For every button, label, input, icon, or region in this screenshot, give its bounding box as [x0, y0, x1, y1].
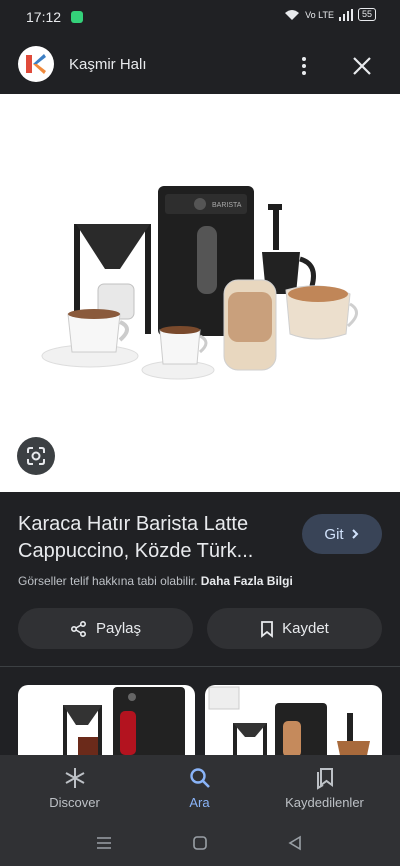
nav-discover[interactable]: Discover [8, 755, 141, 823]
more-info-link[interactable]: Daha Fazla Bilgi [201, 574, 293, 588]
lens-icon [27, 447, 45, 465]
share-label: Paylaş [95, 620, 142, 637]
network-type: Vo LTE [305, 9, 334, 20]
site-logo[interactable] [18, 46, 54, 82]
save-button[interactable]: Kaydet [207, 608, 382, 649]
back-icon[interactable] [288, 835, 302, 851]
signal-icon [338, 8, 353, 21]
nav-saved[interactable]: Kaydedilenler [258, 755, 391, 823]
share-icon [70, 620, 86, 637]
product-image[interactable]: BARISTA [0, 94, 400, 492]
nav-saved-label: Kaydedilenler [285, 795, 364, 810]
bottom-navigation: Discover Ara Kaydedilenler [0, 755, 400, 823]
system-navigation-bar [0, 823, 400, 866]
coffee-machine-thumbnail [63, 687, 185, 765]
nav-search[interactable]: Ara [133, 755, 266, 823]
related-image-2[interactable] [205, 685, 382, 765]
go-button-label: Git [324, 525, 344, 543]
header: Kaşmir Halı [0, 34, 400, 94]
wifi-icon [285, 9, 300, 20]
more-options-icon[interactable] [292, 54, 316, 78]
search-icon [189, 768, 210, 788]
collections-icon [316, 768, 333, 790]
home-icon[interactable] [192, 835, 208, 851]
nav-search-label: Ara [189, 795, 210, 810]
status-bar: 17:12 Vo LTE 55 [0, 0, 400, 34]
status-time: 17:12 [26, 9, 62, 25]
copyright-text: Görseller telif hakkına tabi olabilir. [18, 574, 198, 588]
coffee-machine-illustration: BARISTA [41, 186, 358, 380]
share-button[interactable]: Paylaş [18, 608, 193, 649]
messages-notification-icon [71, 11, 83, 23]
go-button[interactable]: Git [302, 514, 382, 554]
copyright-notice: Görseller telif hakkına tabi olabilir. D… [18, 574, 293, 588]
asterisk-icon [65, 768, 84, 788]
divider [0, 666, 400, 667]
battery-icon: 55 [357, 8, 376, 21]
bookmark-icon [261, 620, 274, 638]
recent-apps-icon[interactable] [96, 836, 112, 850]
save-label: Kaydet [282, 620, 329, 637]
related-image-1[interactable] [18, 685, 195, 765]
google-lens-button[interactable] [17, 437, 55, 475]
brand-label: BARISTA [212, 202, 242, 209]
nav-discover-label: Discover [49, 795, 100, 810]
system-status-icons: Vo LTE 55 [284, 8, 376, 21]
close-icon[interactable] [350, 54, 374, 78]
site-name[interactable]: Kaşmir Halı [69, 56, 147, 73]
chevron-right-icon [351, 529, 358, 539]
coffee-machine-thumbnail [208, 686, 370, 765]
result-title[interactable]: Karaca Hatır Barista Latte Cappuccino, K… [18, 511, 288, 565]
kasmir-logo-icon [26, 54, 46, 74]
